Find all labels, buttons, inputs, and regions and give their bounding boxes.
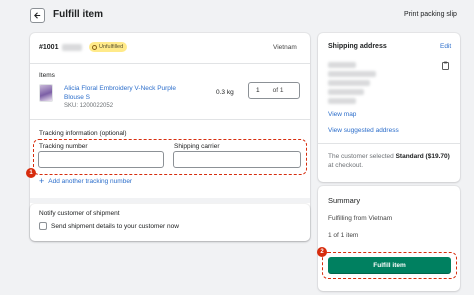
quantity-input[interactable]: 1 of 1 [248,82,300,99]
order-country: Vietnam [273,44,297,51]
tracking-section-label: Tracking information (optional) [39,130,127,137]
shipping-carrier-select[interactable] [173,151,301,168]
shipping-method: Standard ($19.70) [395,153,450,160]
edit-address-button[interactable]: Edit [440,43,451,50]
fulfilling-from: Fulfilling from Vietnam [328,215,393,222]
notify-title: Notify customer of shipment [39,210,120,217]
view-map-link[interactable]: View map [328,111,356,118]
tracking-number-label: Tracking number [39,143,88,150]
clipboard-icon[interactable] [442,61,449,70]
redacted-address-line [328,89,364,95]
divider [30,63,310,64]
page-title: Fulfill item [53,9,103,20]
arrow-left-icon [34,12,41,19]
shipping-method-note: The customer selected Standard ($19.70) … [328,152,452,170]
back-button[interactable] [30,8,45,23]
redacted-address-line [328,71,376,77]
send-shipment-details-label[interactable]: Send shipment details to your customer n… [51,223,179,230]
print-packing-slip-button[interactable]: Print packing slip [404,11,457,18]
redacted-address-line [328,80,370,86]
order-number: #1001 [39,44,59,51]
shipping-note-suffix: at checkout. [328,162,364,169]
fulfill-item-button[interactable]: Fulfill item [328,257,451,274]
card-gap [30,198,310,203]
redacted-address-line [328,62,356,68]
product-thumbnail [39,84,53,102]
shipping-carrier-label: Shipping carrier [174,143,220,150]
add-tracking-label: Add another tracking number [48,178,133,185]
tracking-number-input[interactable] [38,151,164,168]
unfulfilled-icon [92,44,97,50]
status-badge-label: Unfulfilled [99,44,124,50]
shipping-address-title: Shipping address [328,43,387,50]
quantity-value: 1 [256,87,260,94]
plus-icon: + [39,176,45,186]
redacted-address-line [328,98,356,104]
step-marker-1: 1 [26,168,36,178]
divider [30,119,310,120]
add-tracking-number-button[interactable]: + Add another tracking number [39,176,133,186]
quantity-of: of 1 [272,87,284,94]
product-name-link[interactable]: Alicia Floral Embroidery V-Neck Purple B… [64,84,196,102]
product-sku: SKU: 1200022052 [64,103,114,109]
summary-title: Summary [328,196,361,205]
view-suggested-address-link[interactable]: View suggested address [328,127,399,134]
item-count: 1 of 1 item [328,232,359,239]
redacted-customer-name [62,44,82,51]
send-shipment-details-checkbox[interactable] [39,222,47,230]
status-badge: Unfulfilled [89,42,128,52]
items-section-label: Items [39,72,55,79]
shipping-note-prefix: The customer selected [328,153,394,160]
divider [318,143,460,144]
product-weight: 0.3 kg [216,89,234,96]
